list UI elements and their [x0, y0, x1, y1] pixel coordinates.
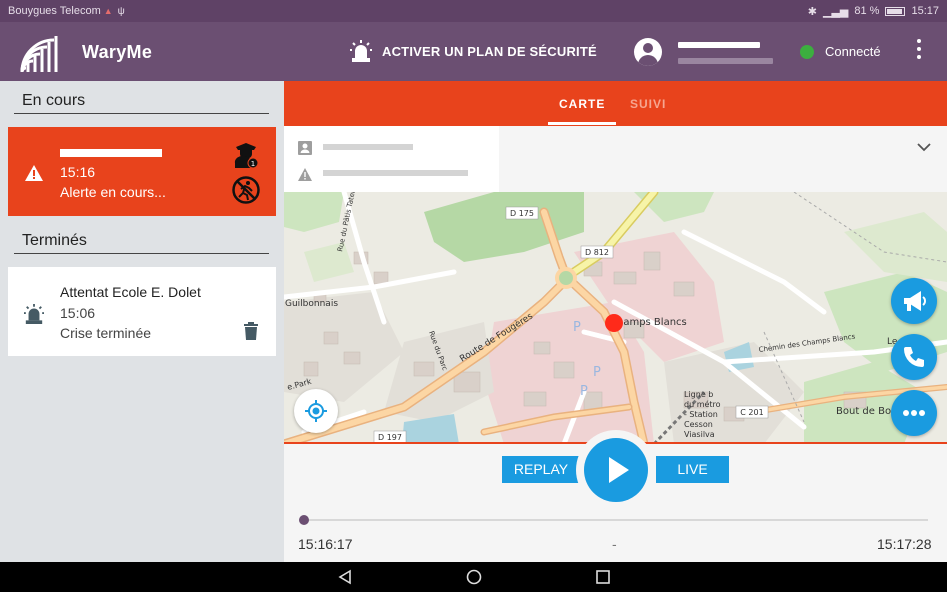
info-line-redacted: [323, 170, 468, 176]
timeline-thumb[interactable]: [299, 515, 309, 525]
map-tiles: D 175 D 812 D 197 C 201 Route de Fougère…: [284, 192, 947, 444]
status-bar: Bouygues Telecom ▲ ψ ✱ ▁▃▅ 81 % 15:17: [0, 0, 947, 22]
carrier-name: Bouygues Telecom: [8, 5, 101, 17]
finished-item[interactable]: Attentat Ecole E. Dolet 15:06 Crise term…: [8, 267, 276, 356]
app-bar: WaryMe ACTIVER UN PLAN DE SÉCURITÉ Conne…: [0, 22, 947, 81]
chevron-down-icon[interactable]: [917, 142, 931, 152]
user-avatar-icon[interactable]: [634, 38, 662, 66]
finished-item-time: 15:06: [60, 305, 96, 321]
more-actions-button[interactable]: [891, 390, 937, 436]
station-label-line5: Viasilva: [684, 430, 715, 439]
back-icon[interactable]: [336, 562, 354, 592]
connection-status-dot: [800, 45, 814, 59]
app-title: WaryMe: [82, 42, 153, 62]
station-label-line2: du métro: [684, 399, 721, 409]
incident-list-panel: En cours 15:16 Alerte en cours... 1 Term…: [0, 81, 284, 562]
tab-bar: CARTE SUIVI: [284, 81, 947, 126]
user-subtitle-redacted: [678, 58, 773, 64]
info-line-redacted: [323, 144, 413, 150]
police-officer-icon: 1: [234, 143, 259, 169]
live-button[interactable]: LIVE: [656, 456, 729, 483]
clock: 15:17: [911, 5, 939, 17]
bluetooth-icon: ✱: [807, 5, 817, 18]
section-title-finished: Terminés: [14, 232, 269, 254]
tab-tracking[interactable]: SUIVI: [630, 97, 666, 111]
alert-status: Alerte en cours...: [60, 184, 166, 200]
incident-marker[interactable]: [605, 314, 623, 332]
siren-icon: [24, 304, 44, 324]
map-view[interactable]: D 175 D 812 D 197 C 201 Route de Fougère…: [284, 192, 947, 444]
wifi-signal-logo-icon: [20, 36, 58, 73]
user-name-redacted: [678, 42, 760, 48]
finished-item-title: Attentat Ecole E. Dolet: [60, 284, 201, 300]
incident-info-card: [284, 126, 499, 192]
locate-button[interactable]: [294, 389, 338, 433]
svg-text:P: P: [580, 384, 588, 399]
trash-icon[interactable]: [243, 322, 259, 340]
playback-controls: REPLAY LIVE 15:16:17 - 15:17:28: [284, 430, 947, 562]
finished-item-status: Crise terminée: [60, 325, 152, 341]
tab-map[interactable]: CARTE: [559, 97, 605, 111]
connection-status-label: Connecté: [825, 44, 881, 59]
replay-button[interactable]: REPLAY: [502, 456, 580, 483]
system-nav-bar: [0, 562, 947, 592]
play-button[interactable]: [576, 430, 656, 510]
broadcast-button[interactable]: [891, 278, 937, 324]
svg-text:P: P: [573, 320, 581, 335]
station-label-line3: - Station: [684, 410, 718, 419]
road-label-c201: C 201: [740, 408, 763, 417]
active-tab-indicator: [548, 122, 616, 125]
road-label-d175: D 175: [510, 209, 534, 218]
station-label-line4: Cesson: [684, 420, 713, 429]
activate-plan-label: ACTIVER UN PLAN DE SÉCURITÉ: [382, 43, 597, 59]
home-icon[interactable]: [464, 562, 484, 592]
timeline-start-time: 15:16:17: [298, 536, 353, 552]
more-horiz-icon: [903, 410, 925, 416]
timeline-end-time: 15:17:28: [877, 536, 932, 552]
detail-panel: CARTE SUIVI D 175 D 812 D 197 C 201 Rout…: [284, 81, 947, 562]
no-running-icon: [232, 176, 260, 204]
gps-target-icon: [305, 400, 327, 422]
call-button[interactable]: [891, 334, 937, 380]
road-label-d812: D 812: [585, 248, 609, 257]
warning-icon: [298, 168, 312, 181]
section-title-current: En cours: [14, 92, 269, 114]
play-icon: [609, 457, 629, 483]
svg-text:1: 1: [251, 160, 255, 168]
contact-card-icon: [298, 141, 312, 155]
signal-icon: ▁▃▅: [823, 5, 849, 18]
overflow-menu-icon[interactable]: [913, 39, 925, 59]
megaphone-icon: [904, 291, 926, 311]
incident-info-bar: [284, 126, 947, 192]
road-label-d197: D 197: [378, 433, 402, 442]
svg-text:P: P: [593, 365, 601, 380]
current-alert-item[interactable]: 15:16 Alerte en cours... 1: [8, 127, 276, 216]
usb-icon: ψ: [117, 5, 125, 17]
timeline-track[interactable]: [304, 519, 928, 521]
station-label-line1: Ligne b: [684, 390, 713, 399]
timeline-current-time: -: [612, 536, 617, 552]
alert-title-redacted: [60, 149, 162, 157]
siren-icon: [350, 40, 372, 62]
place-label-guilbonnais: Guilbonnais: [285, 299, 338, 309]
place-label-bout-de-bois: Bout de Bo: [836, 406, 891, 417]
battery-percent: 81 %: [854, 5, 880, 17]
battery-icon: [885, 6, 906, 16]
phone-icon: [904, 347, 924, 367]
activate-plan-button[interactable]: ACTIVER UN PLAN DE SÉCURITÉ: [350, 39, 597, 63]
warning-icon: [25, 165, 43, 181]
recents-icon[interactable]: [594, 562, 612, 592]
alert-time: 15:16: [60, 164, 96, 180]
signal-warning-icon: ▲: [103, 6, 113, 16]
